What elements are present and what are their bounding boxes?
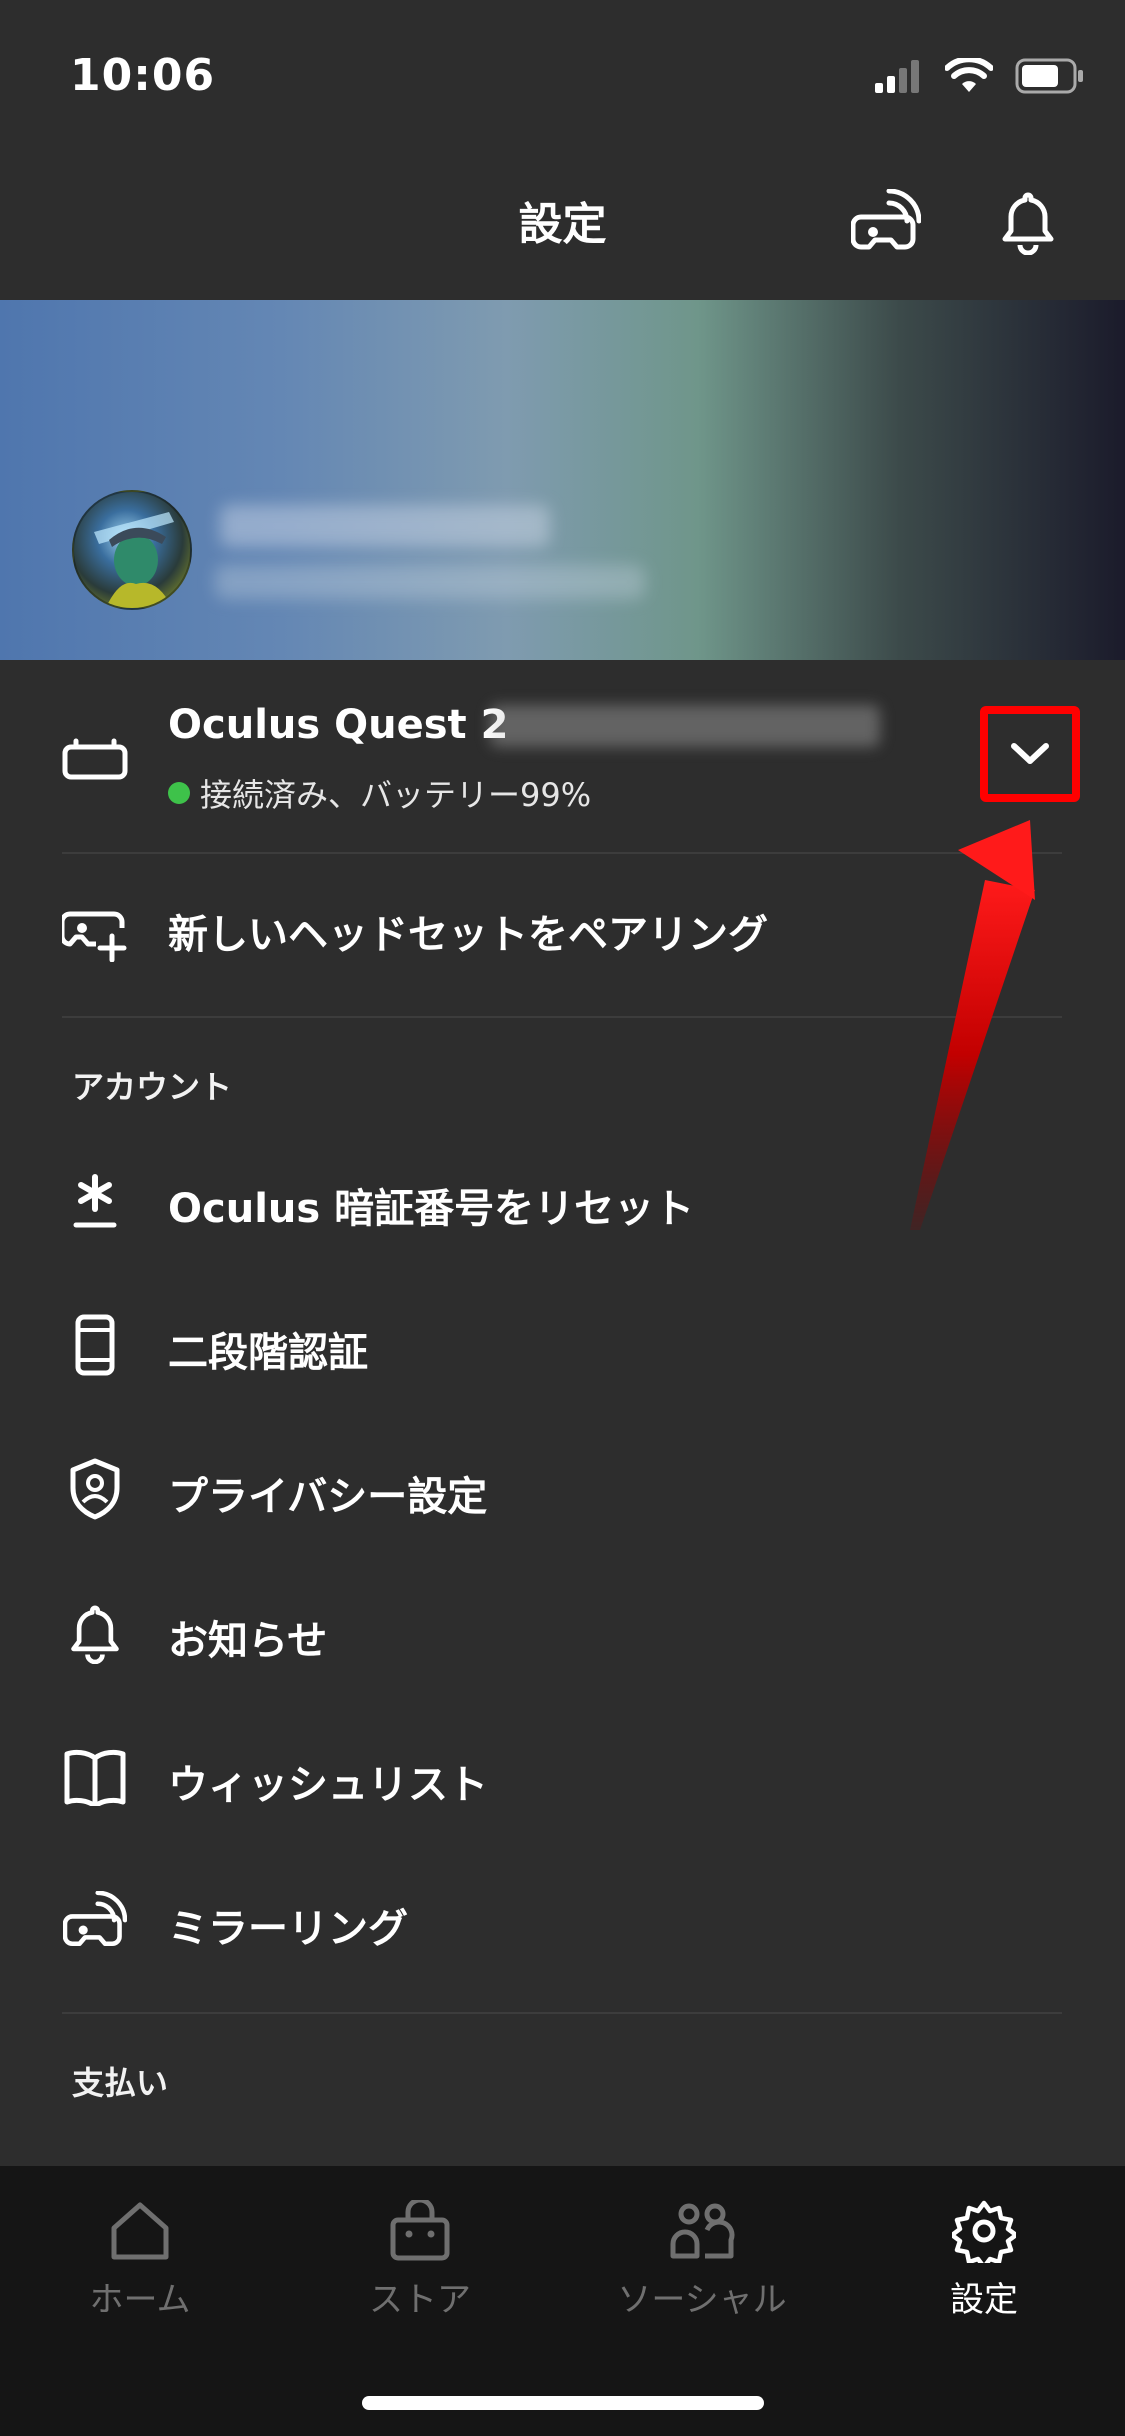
device-name: Oculus Quest 2 (168, 702, 509, 748)
tab-store-label: ストア (369, 2280, 471, 2320)
two-factor-row[interactable]: 二段階認証 (0, 1274, 1125, 1418)
store-bag-icon (320, 2196, 520, 2266)
cast-button[interactable] (846, 182, 926, 262)
tab-social-label: ソーシャル (617, 2280, 787, 2320)
device-status: 接続済み、バッテリー99% (168, 770, 591, 816)
reset-pin-row[interactable]: Oculus 暗証番号をリセット (0, 1130, 1125, 1274)
avatar-image (94, 512, 174, 608)
wishlist-label: ウィッシュリスト (168, 1762, 488, 1808)
home-indicator (362, 2396, 764, 2410)
section-title-payment: 支払い (72, 2064, 169, 2102)
tab-settings[interactable]: 設定 (884, 2196, 1084, 2321)
tab-home[interactable]: ホーム (40, 2196, 240, 2321)
battery-icon (1015, 58, 1083, 94)
chevron-down-icon (1011, 743, 1049, 764)
device-serial-redacted (490, 705, 880, 747)
wishlist-row[interactable]: ウィッシュリスト (0, 1706, 1125, 1850)
tab-settings-label: 設定 (950, 2280, 1018, 2320)
privacy-row[interactable]: プライバシー設定 (0, 1418, 1125, 1562)
status-icons (873, 58, 1085, 94)
home-icon (40, 2196, 240, 2266)
tab-social[interactable]: ソーシャル (602, 2196, 802, 2321)
bell-icon (1002, 192, 1054, 255)
device-status-text: 接続済み、バッテリー99% (200, 776, 592, 814)
gear-icon (884, 2196, 1084, 2266)
tab-store[interactable]: ストア (320, 2196, 520, 2321)
profile-email-redacted (215, 565, 645, 599)
profile-banner[interactable] (0, 300, 1125, 660)
reset-pin-label: Oculus 暗証番号をリセット (168, 1186, 695, 1232)
phone-icon (62, 1312, 128, 1378)
divider (62, 1016, 1062, 1018)
asterisk-icon (62, 1168, 128, 1234)
divider (62, 2012, 1062, 2014)
add-headset-icon (62, 901, 128, 967)
status-bar: 10:06 (0, 0, 1125, 140)
bell-icon (62, 1600, 128, 1666)
mirroring-label: ミラーリング (168, 1906, 408, 1952)
device-expand-button[interactable] (980, 706, 1080, 802)
pair-headset-row[interactable]: 新しいヘッドセットをペアリング (0, 854, 1125, 1014)
cellular-signal-icon (875, 60, 919, 93)
wifi-icon (945, 58, 993, 92)
mirroring-row[interactable]: ミラーリング (0, 1850, 1125, 1994)
pair-headset-label: 新しいヘッドセットをペアリング (168, 912, 768, 958)
headset-icon (62, 727, 128, 793)
cast-headset-icon (62, 1888, 128, 1954)
app-header: 設定 (0, 140, 1125, 300)
people-icon (602, 2196, 802, 2266)
page-title: 設定 (518, 199, 607, 250)
privacy-label: プライバシー設定 (168, 1474, 488, 1520)
shield-user-icon (62, 1456, 128, 1522)
notifications-button[interactable] (988, 182, 1068, 262)
avatar[interactable] (72, 490, 192, 610)
section-title-account: アカウント (72, 1068, 233, 1106)
two-factor-label: 二段階認証 (168, 1330, 368, 1376)
status-time: 10:06 (70, 50, 216, 101)
tab-home-label: ホーム (89, 2280, 191, 2320)
connected-status-dot (168, 782, 190, 804)
notifications-label: お知らせ (168, 1618, 328, 1664)
notifications-row[interactable]: お知らせ (0, 1562, 1125, 1706)
cast-headset-icon (851, 189, 921, 250)
profile-name-redacted (220, 505, 550, 547)
book-icon (62, 1744, 128, 1810)
